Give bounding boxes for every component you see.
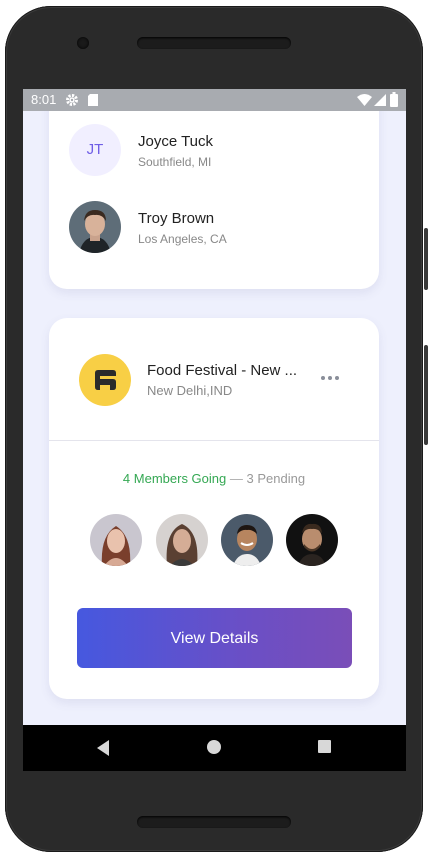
person-location: Los Angeles, CA xyxy=(138,232,227,246)
sd-card-icon xyxy=(88,94,98,106)
app-content[interactable]: JT Joyce Tuck Southfield, MI Troy Brown … xyxy=(23,111,406,725)
more-options-button[interactable] xyxy=(319,370,341,386)
back-icon[interactable] xyxy=(95,739,111,757)
screen: 8:01 JT Joyce Tuck Southfield, MI Troy B… xyxy=(23,89,406,771)
event-title[interactable]: Food Festival - New ... xyxy=(147,362,297,379)
event-card: Food Festival - New ... New Delhi,IND 4 … xyxy=(49,318,379,699)
avatar xyxy=(69,201,121,253)
wifi-icon xyxy=(357,94,372,106)
attendees-card: JT Joyce Tuck Southfield, MI Troy Brown … xyxy=(49,111,379,289)
member-avatar[interactable] xyxy=(156,514,208,566)
bottom-speaker xyxy=(137,816,291,828)
person-name: Joyce Tuck xyxy=(138,133,214,150)
person-row[interactable]: Troy Brown Los Angeles, CA xyxy=(69,201,359,255)
power-button xyxy=(424,228,428,290)
person-row[interactable]: JT Joyce Tuck Southfield, MI xyxy=(69,124,359,178)
earpiece-speaker xyxy=(137,37,291,49)
members-separator: — xyxy=(229,471,243,486)
android-navigation-bar xyxy=(23,725,406,771)
event-logo xyxy=(79,354,131,406)
member-avatar[interactable] xyxy=(286,514,338,566)
status-time: 8:01 xyxy=(31,92,57,107)
member-avatar[interactable] xyxy=(90,514,142,566)
members-going-count: 4 Members Going xyxy=(122,471,227,486)
event-location: New Delhi,IND xyxy=(147,383,233,398)
battery-icon xyxy=(390,92,398,107)
members-summary: 4 Members Going — 3 Pending xyxy=(49,471,379,486)
signal-icon xyxy=(374,94,386,106)
volume-button xyxy=(424,345,428,445)
front-camera xyxy=(77,37,89,49)
more-horizontal-icon xyxy=(321,376,339,380)
member-avatar[interactable] xyxy=(221,514,273,566)
gear-icon xyxy=(66,94,78,106)
person-name: Troy Brown xyxy=(138,210,215,227)
view-details-button[interactable]: View Details xyxy=(77,608,352,668)
person-location: Southfield, MI xyxy=(138,155,212,169)
initials-avatar: JT xyxy=(69,124,121,176)
home-icon[interactable] xyxy=(206,739,222,755)
divider xyxy=(49,440,379,441)
recents-icon[interactable] xyxy=(317,739,332,754)
members-pending-count: 3 Pending xyxy=(246,471,306,486)
ticket-icon xyxy=(95,370,116,390)
status-bar: 8:01 xyxy=(23,89,406,111)
